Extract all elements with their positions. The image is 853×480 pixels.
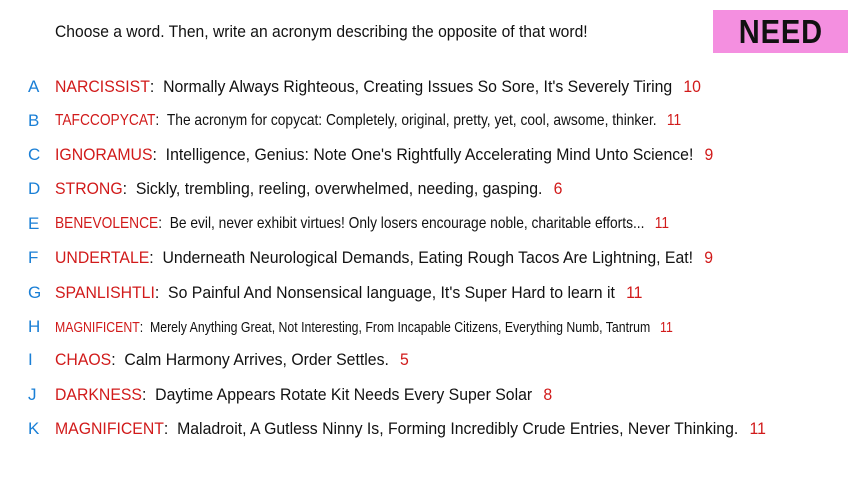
colon-separator: : <box>122 179 136 198</box>
answer-letter: C <box>28 145 41 164</box>
answer-acronym: Merely Anything Great, Not Interesting, … <box>150 318 651 336</box>
answer-row: J DARKNESS: Daytime Appears Rotate Kit Ne… <box>0 380 853 410</box>
answer-word: CHAOS <box>55 350 112 369</box>
answer-word: MAGNIFICENT <box>55 318 140 336</box>
answer-word: NARCISSIST <box>55 77 150 96</box>
answer-word: BENEVOLENCE <box>55 215 159 232</box>
answer-line: CHAOS: Calm Harmony Arrives, Order Settl… <box>55 350 409 370</box>
colon-separator: : <box>141 385 156 404</box>
answer-row: B TAFCCOPYCAT: The acronym for copycat: C… <box>0 106 853 136</box>
answer-letter-count: 10 <box>683 77 701 96</box>
answer-letter-count: 8 <box>543 385 553 404</box>
answer-letter: E <box>28 214 40 233</box>
colon-separator: : <box>152 145 166 164</box>
answer-acronym: Calm Harmony Arrives, Order Settles. <box>124 350 389 369</box>
answer-line: SPANLISHTLI: So Painful And Nonsensical … <box>55 283 642 303</box>
answer-letter-count: 11 <box>654 215 670 232</box>
answer-word: IGNORAMUS <box>55 145 153 164</box>
answer-letter-count: 11 <box>749 419 766 438</box>
answer-row: I CHAOS: Calm Harmony Arrives, Order Sett… <box>0 345 853 375</box>
answer-row: A NARCISSIST: Normally Always Righteous, … <box>0 72 853 102</box>
answer-word: SPANLISHTLI <box>55 283 155 302</box>
answer-letter: H <box>28 317 41 336</box>
answer-row: G SPANLISHTLI: So Painful And Nonsensical… <box>0 278 853 308</box>
answer-letter: I <box>28 350 33 369</box>
answer-letter: A <box>28 77 40 96</box>
answer-letter: B <box>28 111 40 130</box>
answer-line: IGNORAMUS: Intelligence, Genius: Note On… <box>55 145 713 165</box>
answer-acronym: Maladroit, A Gutless Ninny Is, Forming I… <box>177 419 739 438</box>
colon-separator: : <box>163 419 178 438</box>
answer-acronym: Daytime Appears Rotate Kit Needs Every S… <box>155 385 533 404</box>
answer-row: K MAGNIFICENT: Maladroit, A Gutless Ninny… <box>0 414 853 444</box>
answer-letter-count: 9 <box>704 145 714 164</box>
colon-separator: : <box>158 215 170 232</box>
answer-row: E BENEVOLENCE: Be evil, never exhibit vir… <box>0 209 853 239</box>
answer-line: MAGNIFICENT: Merely Anything Great, Not … <box>55 319 673 336</box>
colon-separator: : <box>149 77 164 96</box>
answer-letter-count: 11 <box>666 112 682 129</box>
answer-row: F UNDERTALE: Underneath Neurological Dema… <box>0 243 853 273</box>
answer-letter-count: 9 <box>704 248 714 267</box>
colon-separator: : <box>111 350 125 369</box>
prompt-text: Choose a word. Then, write an acronym de… <box>55 22 588 41</box>
colon-separator: : <box>149 248 163 267</box>
answer-letter-count: 11 <box>626 283 643 302</box>
colon-separator: : <box>155 112 167 129</box>
answer-line: STRONG: Sickly, trembling, reeling, over… <box>55 179 562 199</box>
answer-letter: F <box>28 248 39 267</box>
answer-letter-count: 5 <box>400 350 409 369</box>
answer-acronym: Sickly, trembling, reeling, overwhelmed,… <box>135 179 543 198</box>
answer-line: MAGNIFICENT: Maladroit, A Gutless Ninny … <box>55 419 766 439</box>
answer-line: TAFCCOPYCAT: The acronym for copycat: Co… <box>55 112 681 130</box>
answer-row: H MAGNIFICENT: Merely Anything Great, Not… <box>0 312 853 342</box>
answer-row: C IGNORAMUS: Intelligence, Genius: Note O… <box>0 140 853 170</box>
answer-line: DARKNESS: Daytime Appears Rotate Kit Nee… <box>55 385 552 405</box>
answer-word: STRONG <box>55 179 123 198</box>
need-badge: NEED <box>713 10 848 53</box>
answer-word: MAGNIFICENT <box>55 419 164 438</box>
answer-acronym: Underneath Neurological Demands, Eating … <box>162 248 694 267</box>
answer-line: NARCISSIST: Normally Always Righteous, C… <box>55 77 701 97</box>
answer-line: UNDERTALE: Underneath Neurological Deman… <box>55 248 713 268</box>
answer-letter-count: 6 <box>553 179 563 198</box>
answer-acronym: The acronym for copycat: Completely, ori… <box>166 112 657 129</box>
answer-line: BENEVOLENCE: Be evil, never exhibit virt… <box>55 215 669 233</box>
answer-letter-count: 11 <box>660 318 673 336</box>
answer-acronym: So Painful And Nonsensical language, It'… <box>168 283 615 302</box>
colon-separator: : <box>154 283 169 302</box>
answer-letter: K <box>28 419 40 438</box>
answer-word: UNDERTALE <box>55 248 150 267</box>
colon-separator: : <box>139 318 151 336</box>
answer-acronym: Normally Always Righteous, Creating Issu… <box>163 77 673 96</box>
answer-letter: J <box>28 385 37 404</box>
answer-acronym: Intelligence, Genius: Note One's Rightfu… <box>165 145 694 164</box>
answer-row: D STRONG: Sickly, trembling, reeling, ove… <box>0 174 853 204</box>
answer-word: DARKNESS <box>55 385 142 404</box>
answer-word: TAFCCOPYCAT <box>55 112 156 129</box>
answer-letter: D <box>28 179 41 198</box>
answer-acronym: Be evil, never exhibit virtues! Only los… <box>169 215 645 232</box>
need-badge-label: NEED <box>738 12 823 50</box>
answer-letter: G <box>28 283 42 302</box>
